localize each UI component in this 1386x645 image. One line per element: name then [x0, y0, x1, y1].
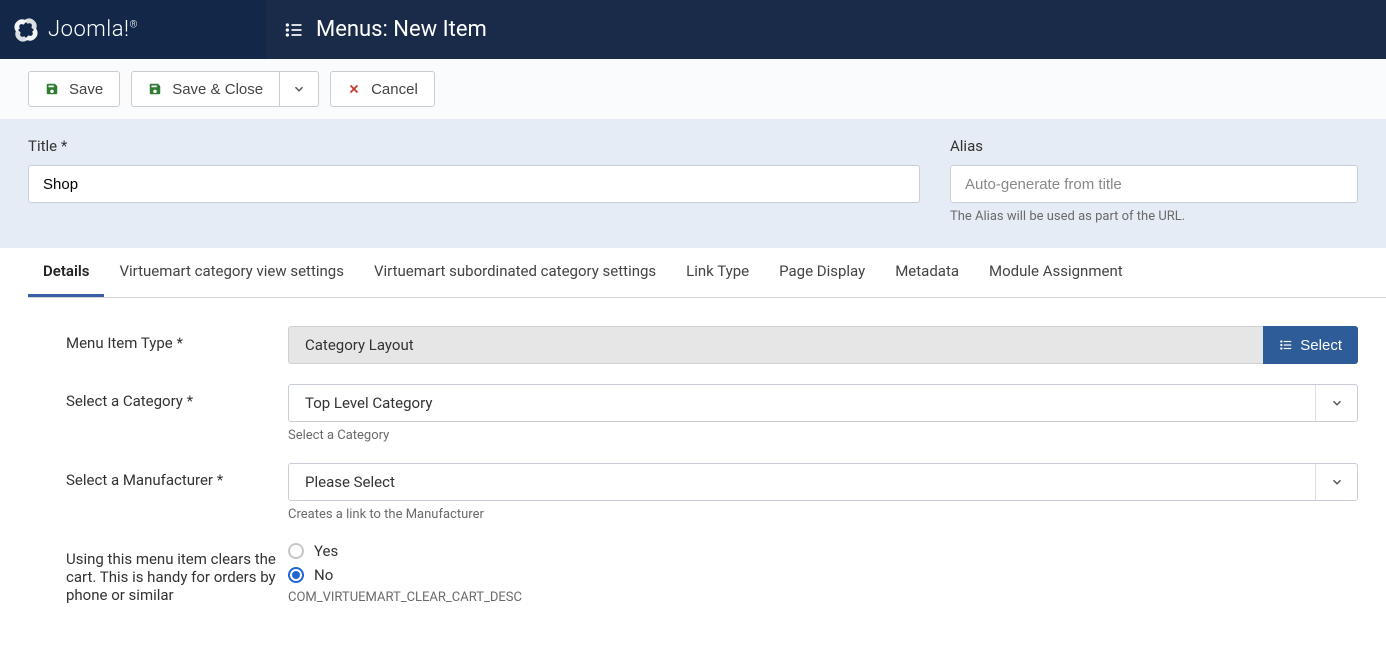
clear-cart-no[interactable]: No: [288, 566, 1358, 584]
title-label: Title *: [28, 137, 920, 155]
save-close-label: Save & Close: [172, 81, 263, 98]
cancel-button[interactable]: Cancel: [330, 71, 435, 107]
select-category-label: Select a Category *: [66, 384, 288, 410]
row-clear-cart: Using this menu item clears the cart. Th…: [66, 542, 1358, 605]
select-category-help: Select a Category: [288, 428, 1358, 443]
alias-label: Alias: [950, 137, 1358, 155]
title-alias-section: Title * Alias The Alias will be used as …: [0, 119, 1386, 248]
brand-text: Joomla!®: [48, 17, 138, 42]
select-manufacturer-label: Select a Manufacturer *: [66, 463, 288, 489]
select-category-dropdown[interactable]: Top Level Category: [288, 384, 1358, 422]
brand-area[interactable]: Joomla!®: [0, 0, 266, 59]
page-title-area: Menus: New Item: [266, 0, 505, 59]
title-input[interactable]: [28, 165, 920, 203]
select-manufacturer-dropdown[interactable]: Please Select: [288, 463, 1358, 501]
top-header: Joomla!® Menus: New Item: [0, 0, 1386, 59]
row-select-category: Select a Category * Top Level Category S…: [66, 384, 1358, 443]
list-icon: [284, 20, 304, 40]
radio-label-yes: Yes: [314, 542, 338, 560]
row-menu-item-type: Menu Item Type * Category Layout Select: [66, 326, 1358, 364]
save-icon: [45, 82, 59, 96]
select-label: Select: [1300, 337, 1342, 354]
tabs: Details Virtuemart category view setting…: [28, 248, 1386, 298]
details-form: Menu Item Type * Category Layout Select …: [0, 298, 1386, 645]
tab-vm-subordinated[interactable]: Virtuemart subordinated category setting…: [359, 248, 671, 297]
save-dropdown-button[interactable]: [280, 71, 319, 107]
joomla-icon: [12, 16, 40, 44]
brand-logo: Joomla!®: [12, 16, 138, 44]
page-title: Menus: New Item: [316, 17, 487, 42]
save-button[interactable]: Save: [28, 71, 120, 107]
chevron-down-icon: [1330, 475, 1344, 489]
save-label: Save: [69, 81, 103, 98]
select-manufacturer-help: Creates a link to the Manufacturer: [288, 507, 1358, 522]
radio-icon: [288, 543, 304, 559]
toolbar: Save Save & Close Cancel: [0, 59, 1386, 119]
select-manufacturer-value: Please Select: [305, 473, 395, 491]
select-category-value: Top Level Category: [305, 394, 432, 412]
alias-input[interactable]: [950, 165, 1358, 203]
menu-item-type-select-button[interactable]: Select: [1263, 326, 1358, 364]
tab-page-display[interactable]: Page Display: [764, 248, 880, 297]
menu-item-type-value: Category Layout: [288, 326, 1263, 364]
tab-link-type[interactable]: Link Type: [671, 248, 764, 297]
close-icon: [347, 82, 361, 96]
alias-help: The Alias will be used as part of the UR…: [950, 209, 1358, 224]
tab-vm-category-view[interactable]: Virtuemart category view settings: [104, 248, 359, 297]
tab-metadata[interactable]: Metadata: [880, 248, 974, 297]
radio-icon-checked: [288, 567, 304, 583]
cancel-label: Cancel: [371, 81, 418, 98]
tab-module-assignment[interactable]: Module Assignment: [974, 248, 1138, 297]
clear-cart-label: Using this menu item clears the cart. Th…: [66, 542, 288, 604]
list-icon: [1279, 338, 1293, 352]
save-close-group: Save & Close: [131, 71, 319, 107]
clear-cart-help: COM_VIRTUEMART_CLEAR_CART_DESC: [288, 590, 1358, 605]
save-icon: [148, 82, 162, 96]
tab-details[interactable]: Details: [28, 248, 104, 297]
radio-label-no: No: [314, 566, 333, 584]
save-close-button[interactable]: Save & Close: [131, 71, 280, 107]
row-select-manufacturer: Select a Manufacturer * Please Select Cr…: [66, 463, 1358, 522]
clear-cart-yes[interactable]: Yes: [288, 542, 1358, 560]
menu-item-type-label: Menu Item Type *: [66, 326, 288, 352]
chevron-down-icon: [292, 82, 306, 96]
chevron-down-icon: [1330, 396, 1344, 410]
